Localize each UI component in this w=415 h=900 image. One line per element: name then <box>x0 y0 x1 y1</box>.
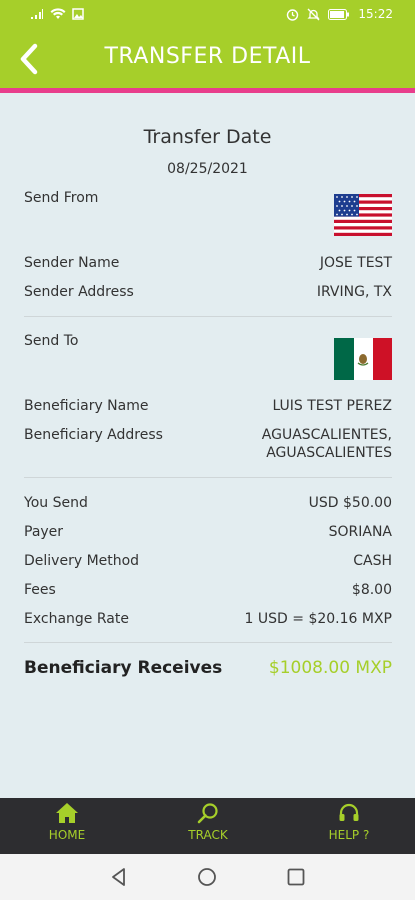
payer-value: SORIANA <box>328 524 392 540</box>
alarm-icon <box>287 8 299 21</box>
you-send-label: You Send <box>24 495 88 511</box>
divider <box>24 642 392 643</box>
system-navigation-bar <box>0 854 415 900</box>
beneficiary-name-value: LUIS TEST PEREZ <box>272 398 392 414</box>
send-from-label: Send From <box>24 190 99 206</box>
page-title: TRANSFER DETAIL <box>104 44 311 69</box>
mute-icon <box>307 8 320 20</box>
status-bar: 15:22 <box>0 0 415 30</box>
system-recents-icon[interactable] <box>285 866 307 888</box>
image-icon <box>72 8 84 20</box>
beneficiary-address-row: Beneficiary Address AGUASCALIENTES, AGUA… <box>24 427 392 467</box>
exchange-rate-label: Exchange Rate <box>24 611 129 627</box>
app-header: TRANSFER DETAIL <box>0 30 415 88</box>
nav-track-label: TRACK <box>188 828 228 842</box>
beneficiary-receives-value: $1008.00 MXP <box>268 658 392 678</box>
signal-icon <box>31 9 43 19</box>
fees-label: Fees <box>24 582 56 598</box>
nav-home-label: HOME <box>48 828 86 842</box>
search-track-icon <box>197 803 218 824</box>
sender-name-value: JOSE TEST <box>319 255 392 271</box>
beneficiary-address-label: Beneficiary Address <box>24 427 163 443</box>
nav-help[interactable]: HELP ? <box>309 802 389 842</box>
headset-icon <box>339 803 359 821</box>
transfer-date-label: Transfer Date <box>143 126 272 148</box>
delivery-method-value: CASH <box>353 553 392 569</box>
sender-address-value: IRVING, TX <box>316 284 392 300</box>
nav-track[interactable]: TRACK <box>168 802 248 842</box>
delivery-method-label: Delivery Method <box>24 553 140 569</box>
beneficiary-address-line1: AGUASCALIENTES, <box>261 427 392 443</box>
home-icon <box>56 803 78 823</box>
status-time: 15:22 <box>358 7 393 21</box>
nav-help-label: HELP ? <box>328 828 370 842</box>
nav-home[interactable]: HOME <box>27 802 107 842</box>
beneficiary-receives-label: Beneficiary Receives <box>24 658 223 678</box>
status-icons-left <box>30 8 84 20</box>
send-to-label: Send To <box>24 333 79 349</box>
divider <box>24 316 392 317</box>
sender-name-label: Sender Name <box>24 255 120 271</box>
fees-value: $8.00 <box>351 582 392 598</box>
wifi-icon <box>50 8 66 19</box>
usa-flag-icon <box>334 194 392 236</box>
header-accent-line <box>0 88 415 93</box>
battery-icon <box>328 8 350 20</box>
beneficiary-name-label: Beneficiary Name <box>24 398 149 414</box>
bottom-navigation: HOME TRACK HELP ? <box>0 798 415 854</box>
mexico-flag-icon <box>334 338 392 380</box>
payer-label: Payer <box>24 524 64 540</box>
you-send-value: USD $50.00 <box>308 495 392 511</box>
divider <box>24 477 392 478</box>
status-icons-right: 15:22 <box>286 7 393 21</box>
exchange-rate-value: 1 USD = $20.16 MXP <box>244 611 392 627</box>
transfer-date-value: 08/25/2021 <box>167 161 248 177</box>
system-home-icon[interactable] <box>196 866 218 888</box>
sender-address-label: Sender Address <box>24 284 134 300</box>
beneficiary-address-line2: AGUASCALIENTES <box>266 445 392 461</box>
system-back-icon[interactable] <box>108 866 130 888</box>
